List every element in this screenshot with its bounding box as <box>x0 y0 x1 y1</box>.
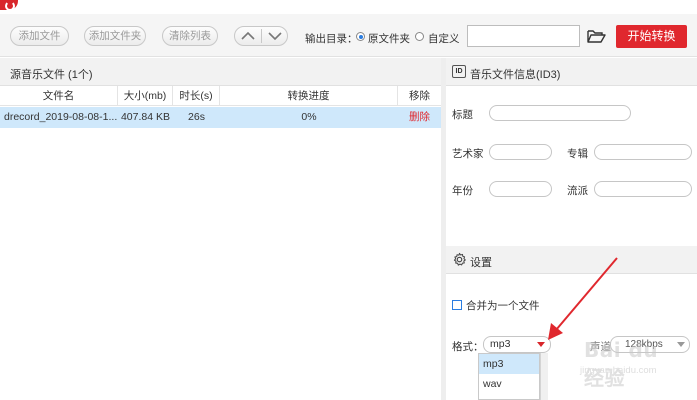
file-list-header: 源音乐文件 (1个) <box>0 58 441 86</box>
title-label: 标题 <box>452 109 473 121</box>
album-input[interactable] <box>594 144 692 160</box>
year-input[interactable] <box>489 181 552 197</box>
genre-input[interactable] <box>594 181 692 197</box>
clear-list-button[interactable]: 清除列表 <box>162 26 218 46</box>
artist-input[interactable] <box>489 144 552 160</box>
year-label: 年份 <box>452 185 473 197</box>
chevron-up-icon <box>241 31 255 40</box>
move-buttons <box>234 26 288 46</box>
add-folder-button[interactable]: 添加文件夹 <box>84 26 146 46</box>
add-file-button[interactable]: 添加文件 <box>10 26 69 46</box>
column-header-progress: 转换进度 <box>220 86 398 106</box>
id3-title: 音乐文件信息(ID3) <box>470 69 561 81</box>
album-label: 专辑 <box>567 148 588 160</box>
radio-custom-label[interactable]: 自定义 <box>428 31 460 46</box>
format-option-wav[interactable]: wav <box>479 374 539 394</box>
title-input[interactable] <box>489 105 631 121</box>
chevron-down-icon <box>268 32 282 41</box>
radio-source-folder[interactable] <box>356 32 365 41</box>
table-row[interactable]: drecord_2019-08-08-1... 407.84 KB 26s 0%… <box>0 107 441 128</box>
format-option-mp3[interactable]: mp3 <box>479 354 539 374</box>
output-path-input[interactable] <box>467 25 580 47</box>
gear-icon <box>453 252 466 266</box>
caret-down-icon[interactable] <box>537 342 545 347</box>
id3-header: ID 音乐文件信息(ID3) <box>446 58 697 86</box>
artist-label: 艺术家 <box>452 148 484 160</box>
column-header-name: 文件名 <box>0 86 118 106</box>
dropdown-scrollbar[interactable] <box>540 353 548 400</box>
column-header-duration: 时长(s) <box>173 86 220 106</box>
move-down-button[interactable] <box>262 27 288 45</box>
cell-duration: 26s <box>188 111 205 123</box>
start-convert-button[interactable]: 开始转换 <box>616 25 687 48</box>
id3-icon: ID <box>452 65 466 78</box>
cell-size: 407.84 KB <box>120 111 171 123</box>
cell-filename: drecord_2019-08-08-1... <box>4 111 118 123</box>
output-dir-label: 输出目录： <box>305 33 358 45</box>
file-list-title: 源音乐文件 (1个) <box>10 69 93 81</box>
format-dropdown: mp3 wav <box>478 353 540 400</box>
app-logo-icon <box>0 0 18 11</box>
folder-open-icon[interactable] <box>586 27 606 45</box>
delete-link[interactable]: 删除 <box>398 107 441 128</box>
radio-source-label[interactable]: 原文件夹 <box>368 31 410 46</box>
move-up-button[interactable] <box>235 27 261 45</box>
settings-header: 设置 <box>446 246 697 274</box>
format-label: 格式： <box>452 341 484 353</box>
settings-title: 设置 <box>470 257 492 269</box>
cell-progress: 0% <box>301 111 317 123</box>
toolbar: 添加文件 添加文件夹 清除列表 输出目录： 原文件夹 自定义 开始转换 <box>0 14 697 57</box>
radio-custom-folder[interactable] <box>415 32 424 41</box>
merge-checkbox[interactable] <box>452 300 462 310</box>
title-bar <box>0 0 697 14</box>
merge-label[interactable]: 合并为一个文件 <box>466 298 540 313</box>
watermark-url: jingyan.baidu.com <box>580 365 657 376</box>
column-header-size: 大小(mb) <box>118 86 173 106</box>
watermark: Bai du 经验 jingyan.baidu.com <box>576 336 686 390</box>
column-header-remove: 移除 <box>398 86 441 106</box>
genre-label: 流派 <box>567 185 588 197</box>
